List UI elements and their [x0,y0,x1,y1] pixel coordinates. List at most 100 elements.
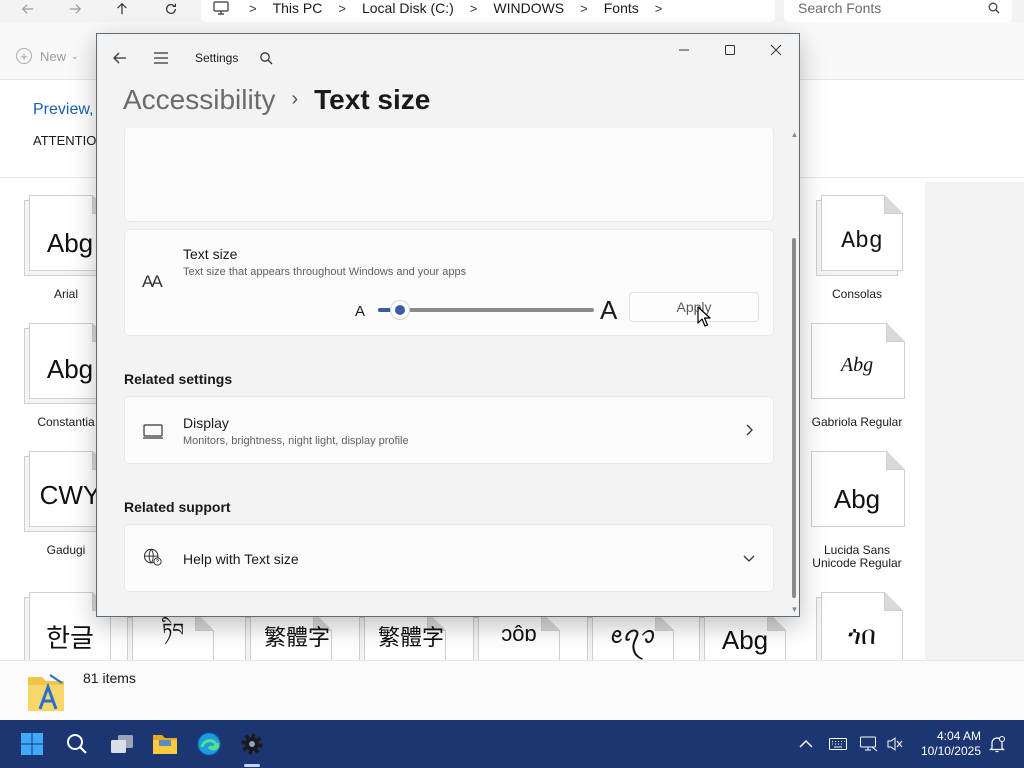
notification-bell-icon [989,736,1005,753]
text-size-description: Text size that appears throughout Window… [183,266,467,278]
font-label: Gabriola Regular [811,415,903,429]
explorer-status-bar: 81 items [0,660,1024,720]
close-icon [770,44,782,56]
breadcrumb-sep-icon: > [249,0,257,16]
text-size-title: Text size [183,246,238,262]
apply-button[interactable]: Apply [629,292,759,322]
settings-breadcrumb: Accessibility › Text size [123,81,430,119]
text-size-slider[interactable]: A A [355,295,625,326]
explorer-search-input[interactable]: Search Fonts [784,0,1012,22]
windows-logo-icon [21,733,43,755]
related-support-heading: Related support [124,499,231,515]
task-view-icon [111,735,133,753]
folder-icon [153,735,177,754]
chevron-up-icon [799,740,813,748]
slider-min-label: A [355,303,366,320]
show-hidden-icons-button[interactable] [796,734,816,754]
taskbar-clock[interactable]: 4:04 AM 10/10/2025 [921,729,981,759]
network-tray-button[interactable] [859,734,879,754]
text-size-card: AA Text size Text size that appears thro… [124,229,774,336]
slider-track[interactable] [378,308,594,312]
volume-tray-button[interactable] [885,734,905,754]
settings-title-bar: Settings [97,34,799,82]
breadcrumb-this-pc[interactable]: This PC > [273,0,362,16]
address-bar[interactable]: > This PC > Local Disk (C:) > WINDOWS > Fon… [201,0,775,22]
active-app-indicator [244,764,260,767]
settings-content: AA Text size Text size that appears thro… [97,128,791,616]
search-icon [67,734,87,754]
mouse-cursor-icon [697,306,711,327]
chevron-down-icon: ⌄ [71,50,79,61]
forward-icon[interactable] [63,0,87,18]
edge-taskbar-button[interactable] [195,730,223,758]
text-preview-card [124,128,774,222]
taskbar-search-button[interactable] [63,730,91,758]
font-sample: Abg [841,228,883,254]
display-settings-row[interactable]: Display Monitors, brightness, night ligh… [124,396,774,464]
scroll-up-icon[interactable]: ▲ [790,131,799,139]
breadcrumb-local-disk[interactable]: Local Disk (C:) > [362,0,493,16]
chevron-right-icon: › [291,87,299,110]
explorer-nav-bar: > This PC > Local Disk (C:) > WINDOWS > Fon… [0,0,1024,22]
details-pane [925,182,1024,660]
back-icon[interactable] [16,0,40,18]
settings-window: Settings Accessibility › Text size AA Te… [96,33,800,617]
edge-browser-icon [197,732,221,756]
close-button[interactable] [753,37,799,63]
clock-date: 10/10/2025 [920,744,981,758]
new-button[interactable]: + New ⌄ [16,48,79,64]
display-title: Display [183,415,229,431]
globe-help-icon [143,548,162,566]
fonts-folder-icon [28,674,64,711]
display-icon [143,424,163,439]
maximize-icon [725,45,735,55]
settings-taskbar-button[interactable] [238,730,266,758]
start-button[interactable] [18,730,46,758]
network-icon [860,736,878,752]
task-view-button[interactable] [108,730,136,758]
scroll-down-icon[interactable]: ▼ [790,606,799,614]
display-subtitle: Monitors, brightness, night light, displ… [183,435,409,447]
keyboard-tray-button[interactable] [828,734,848,754]
minimize-button[interactable] [661,37,707,63]
preview-link[interactable]: Preview, [33,101,93,119]
search-placeholder: Search Fonts [798,0,882,16]
notifications-button[interactable] [987,734,1007,754]
app-title: Settings [195,51,239,65]
font-sample: Abg [840,353,874,376]
breadcrumb-fonts[interactable]: Fonts > [604,0,679,16]
help-text-size-row[interactable]: Help with Text size [124,524,774,592]
breadcrumb-accessibility[interactable]: Accessibility [123,84,275,116]
new-button-label: New [40,48,67,64]
search-icon [988,2,1000,14]
related-settings-heading: Related settings [124,371,233,387]
maximize-button[interactable] [707,37,753,63]
font-label: Lucida Sans Unicode Regular [812,543,902,570]
menu-icon[interactable] [151,48,171,68]
item-count: 81 items [83,670,136,686]
breadcrumb-windows[interactable]: WINDOWS > [493,0,603,16]
font-sample: Abg [833,483,881,514]
gear-icon [241,733,263,755]
refresh-icon[interactable] [159,0,183,18]
page-title: Text size [314,84,431,115]
slider-max-label: A [600,295,618,325]
up-arrow-icon[interactable] [110,0,134,18]
search-icon[interactable] [256,48,276,68]
chevron-down-icon [743,555,755,562]
clock-time: 4:04 AM [936,729,981,743]
this-pc-icon [213,1,229,15]
plus-icon: + [16,48,32,64]
settings-scrollbar[interactable]: ▲ ▼ [790,128,799,616]
scrollbar-thumb[interactable] [792,238,796,598]
help-title: Help with Text size [183,551,299,567]
chevron-right-icon [746,424,753,436]
attention-text: ATTENTION [33,133,106,148]
keyboard-icon [829,738,847,750]
text-size-icon: AA [142,272,163,291]
back-arrow-icon[interactable] [110,48,130,68]
minimize-icon [679,49,689,51]
file-explorer-taskbar-button[interactable] [151,730,179,758]
taskbar: 4:04 AM 10/10/2025 [0,720,1024,768]
slider-thumb[interactable] [390,301,409,319]
